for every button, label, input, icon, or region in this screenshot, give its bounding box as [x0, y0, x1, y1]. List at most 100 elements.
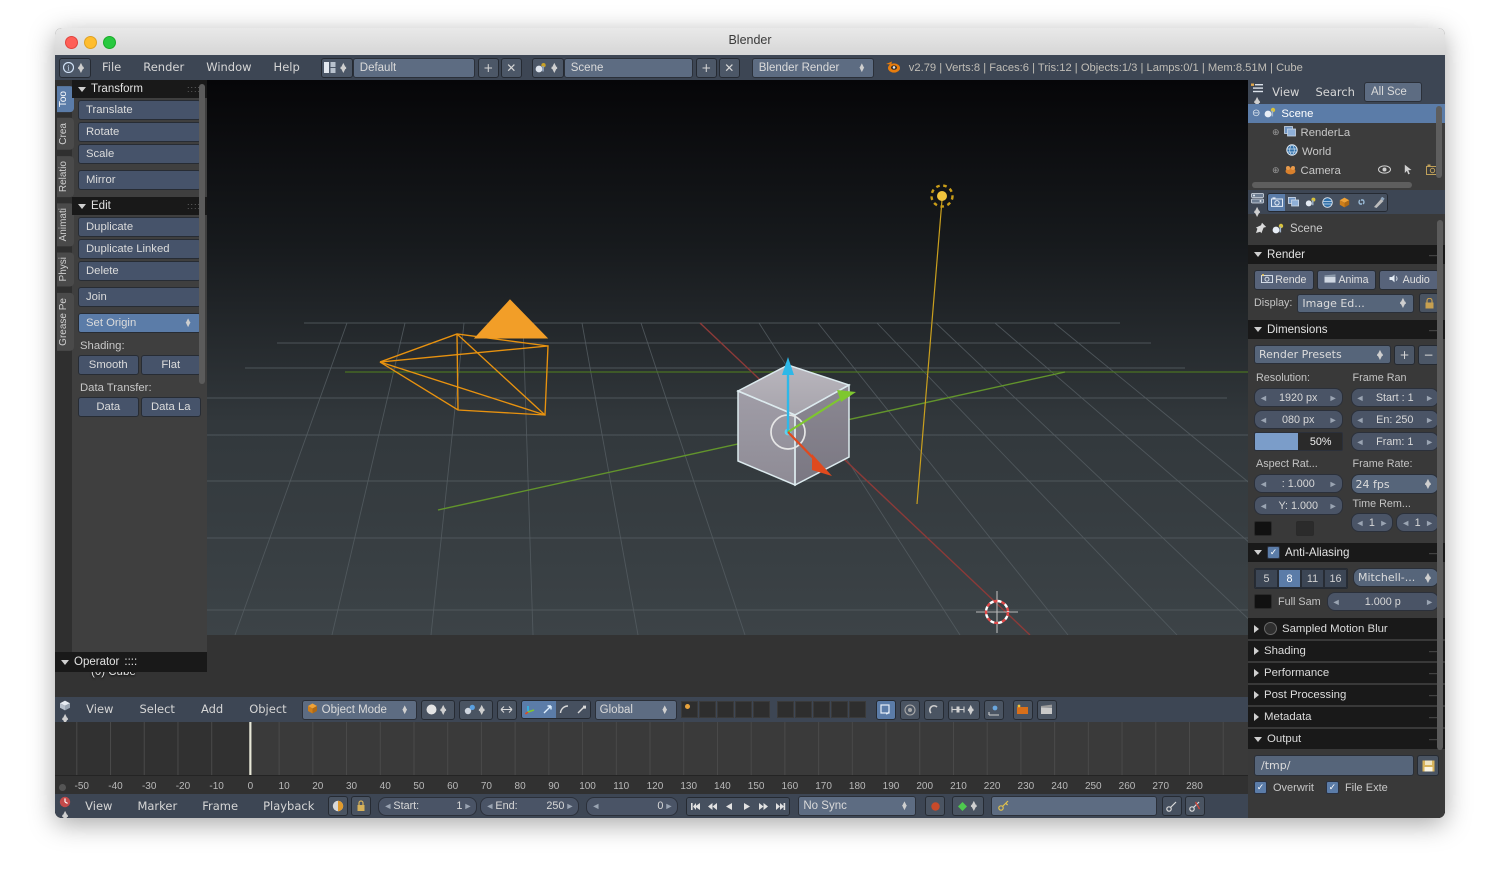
aa-samples-11[interactable]: 11: [1301, 569, 1324, 588]
menu-render[interactable]: Render: [132, 55, 195, 80]
timeline-menu-marker[interactable]: Marker: [126, 794, 188, 819]
panel-header-render[interactable]: Render —: [1248, 245, 1445, 264]
next-keyframe-icon[interactable]: [755, 797, 773, 815]
add-scene-button[interactable]: +: [695, 57, 717, 78]
rotate-button[interactable]: Rotate: [78, 122, 201, 142]
scene-datablock-icon[interactable]: ▲ ▼: [531, 57, 564, 78]
duplicate-button[interactable]: Duplicate: [78, 217, 201, 237]
panel-header-output[interactable]: Output —: [1248, 729, 1445, 749]
outliner-hscrollbar[interactable]: [1252, 182, 1412, 188]
layer-button-8[interactable]: [812, 701, 830, 718]
aa-samples-16[interactable]: 16: [1324, 569, 1347, 588]
snap-onto-itself-icon[interactable]: [983, 699, 1004, 720]
panel-header-shading[interactable]: Shading —: [1248, 641, 1445, 661]
aa-filter-dropdown[interactable]: Mitchell-... ▲ ▼: [1353, 568, 1439, 587]
display-mode-dropdown[interactable]: Image Ed... ▲ ▼: [1297, 293, 1414, 313]
screen-layout-icon[interactable]: ▲ ▼: [320, 57, 353, 78]
restrict-view-eye-icon[interactable]: [1378, 164, 1391, 177]
file-extensions-checkbox[interactable]: ✓: [1325, 781, 1339, 794]
time-remap-new-field[interactable]: ◄ 1 ►: [1396, 513, 1439, 532]
panel-header-dimensions[interactable]: Dimensions —: [1248, 320, 1445, 339]
viewport-menu-view[interactable]: View: [75, 697, 124, 722]
jump-to-end-icon[interactable]: [772, 797, 790, 815]
lock-interface-icon[interactable]: [1419, 293, 1439, 313]
outliner-row-scene[interactable]: ⊖ Scene: [1248, 104, 1445, 123]
auto-keyframe-icon[interactable]: [328, 796, 349, 816]
frame-start-property-field[interactable]: ◄ Start : 1 ►: [1350, 388, 1439, 407]
add-preset-button[interactable]: +: [1394, 345, 1415, 365]
crop-toggle[interactable]: [1296, 521, 1314, 536]
add-screen-button[interactable]: +: [477, 57, 499, 78]
interaction-mode-dropdown[interactable]: Object Mode ▲ ▼: [301, 699, 417, 720]
pin-icon[interactable]: [1255, 219, 1267, 238]
layer-button-3[interactable]: [716, 701, 734, 718]
resolution-y-field[interactable]: ◄ 080 px ►: [1254, 410, 1343, 429]
set-origin-dropdown[interactable]: Set Origin ▲ ▼: [78, 313, 201, 333]
overwrite-checkbox[interactable]: ✓: [1254, 781, 1267, 794]
expand-icon[interactable]: ⊕: [1272, 165, 1280, 176]
panel-header-metadata[interactable]: Metadata —: [1248, 707, 1445, 727]
operator-panel-header[interactable]: Operator ::::: [55, 652, 207, 672]
layer-button-7[interactable]: [794, 701, 812, 718]
menu-help[interactable]: Help: [263, 55, 311, 80]
insert-keyframe-icon[interactable]: [1162, 796, 1183, 816]
restrict-select-cursor-icon[interactable]: [1404, 164, 1413, 178]
timeline-menu-view[interactable]: View: [74, 794, 123, 819]
sync-mode-dropdown[interactable]: No Sync ▲ ▼: [798, 796, 917, 816]
render-opengl-image-icon[interactable]: [1012, 699, 1033, 720]
translate-button[interactable]: Translate: [78, 100, 201, 120]
layer-button-2[interactable]: [698, 701, 716, 718]
manipulate-center-points-icon[interactable]: [496, 699, 517, 720]
timeline-menu-frame[interactable]: Frame: [191, 794, 249, 819]
delete-button[interactable]: Delete: [78, 261, 201, 281]
manipulator-scale-icon[interactable]: [572, 701, 590, 718]
menu-window[interactable]: Window: [195, 55, 262, 80]
tab-render-properties[interactable]: [1268, 193, 1285, 211]
viewport-3d-canvas[interactable]: z y x: [55, 80, 1258, 635]
outliner-row-world[interactable]: World: [1248, 142, 1445, 161]
tab-modifiers-properties[interactable]: [1370, 193, 1387, 211]
output-path-field[interactable]: /tmp/: [1254, 755, 1414, 776]
mirror-button[interactable]: Mirror: [78, 170, 201, 190]
resolution-percentage-slider[interactable]: 50%: [1254, 432, 1343, 451]
expand-icon[interactable]: ⊕: [1272, 127, 1280, 138]
viewport-shading-dropdown[interactable]: ▲ ▼: [420, 699, 455, 720]
shade-flat-button[interactable]: Flat: [140, 355, 201, 375]
outliner-menu-view[interactable]: View: [1265, 80, 1306, 105]
render-engine-dropdown[interactable]: Blender Render ▲ ▼: [751, 57, 874, 78]
layer-button-4[interactable]: [734, 701, 752, 718]
delete-screen-button[interactable]: ✕: [500, 57, 522, 78]
proportional-edit-icon[interactable]: [899, 699, 920, 720]
panel-header-transform[interactable]: Transform ::::: [72, 80, 207, 98]
editor-type-outliner-icon[interactable]: ▲ ▼: [1251, 79, 1263, 107]
scale-button[interactable]: Scale: [78, 144, 201, 164]
open-file-browser-icon[interactable]: [1417, 755, 1439, 776]
motion-blur-checkbox[interactable]: [1264, 622, 1277, 635]
border-toggle[interactable]: [1254, 521, 1272, 536]
frame-step-property-field[interactable]: ◄ Fram: 1 ►: [1350, 432, 1439, 451]
outliner-vscrollbar[interactable]: [1436, 106, 1442, 178]
panel-header-sampled-motion-blur[interactable]: Sampled Motion Blur: [1248, 618, 1445, 639]
data-transfer-layout-button[interactable]: Data La: [140, 397, 201, 417]
tab-render-layers-properties[interactable]: [1285, 193, 1302, 211]
keyframe-type-dropdown[interactable]: ▲ ▼: [952, 796, 985, 816]
editor-type-info-icon[interactable]: i ▲ ▼: [59, 57, 91, 78]
properties-scrollbar[interactable]: [1437, 220, 1443, 750]
data-transfer-button[interactable]: Data: [78, 397, 139, 417]
current-frame-field[interactable]: ◄ 0 ►: [586, 796, 679, 816]
viewport-3d[interactable]: z y x User Persp (0) Cube Too Crea Relat…: [55, 80, 1258, 697]
frame-start-field[interactable]: ◄ Start: 1 ►: [378, 796, 478, 816]
lock-icon[interactable]: [351, 796, 372, 816]
join-button[interactable]: Join: [78, 287, 201, 307]
render-opengl-animation-icon[interactable]: [1036, 699, 1057, 720]
transform-orientation-dropdown[interactable]: Global ▲ ▼: [594, 699, 677, 720]
outliner-display-mode-dropdown[interactable]: All Sce: [1363, 82, 1422, 102]
duplicate-linked-button[interactable]: Duplicate Linked: [78, 239, 201, 259]
tool-shelf-scrollbar[interactable]: [199, 84, 205, 384]
outliner-row-camera[interactable]: ⊕ Camera: [1248, 161, 1445, 180]
collapse-icon[interactable]: ⊖: [1252, 108, 1260, 119]
frame-end-field[interactable]: ◄ End: 250 ►: [480, 796, 580, 816]
aa-samples-5[interactable]: 5: [1255, 569, 1278, 588]
manipulator-rotate-icon[interactable]: [555, 701, 573, 718]
translate-manipulator-icon[interactable]: [521, 701, 539, 718]
